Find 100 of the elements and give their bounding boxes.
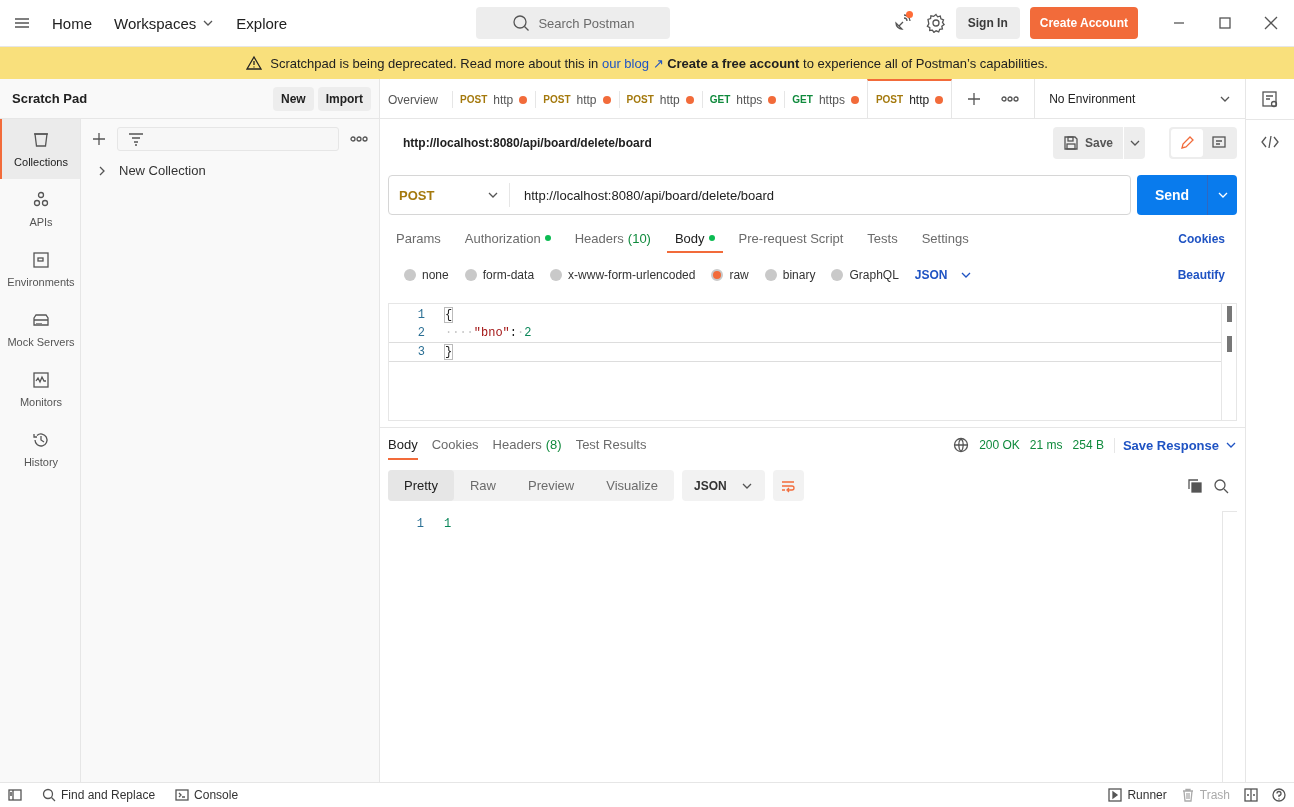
body-type-option[interactable]: none — [404, 268, 449, 282]
nav-link[interactable]: Home — [52, 14, 92, 32]
response-tab[interactable]: Test Results — [575, 430, 647, 460]
request-section-tab[interactable]: Settings — [913, 225, 977, 253]
line-number: 2 — [416, 326, 426, 340]
view-tab[interactable]: Pretty — [388, 470, 454, 501]
settings-icon[interactable] — [925, 13, 946, 33]
url-field[interactable]: http://localhost:8080/api/board/delete/board — [524, 187, 775, 203]
scrollbar-thumb[interactable] — [1226, 336, 1232, 352]
new-tab-icon[interactable] — [966, 90, 983, 107]
body-type-option[interactable]: binary — [764, 268, 816, 282]
sidebar-button[interactable]: New — [272, 86, 314, 111]
response-tab[interactable]: Headers (8) — [492, 430, 562, 460]
warning-icon — [246, 55, 263, 71]
body-type-option[interactable]: form-data — [464, 268, 535, 282]
view-tab[interactable]: Preview — [512, 470, 591, 501]
more-icon[interactable] — [1000, 94, 1021, 103]
workspace-title: Scratch Pad — [12, 91, 88, 106]
globe-icon — [953, 437, 970, 453]
beautify-link[interactable]: Beautify — [1177, 268, 1237, 282]
collection-item[interactable]: New Collection — [91, 163, 369, 178]
method-dropdown[interactable]: POST — [389, 183, 510, 207]
environment-selector[interactable]: No Environment — [1034, 79, 1245, 118]
save-menu-button[interactable] — [1123, 127, 1145, 159]
request-section-tab[interactable]: Headers (10) — [566, 225, 659, 253]
option-label: none — [422, 268, 449, 282]
request-section-tab[interactable]: Tests — [859, 225, 906, 253]
edit-mode-button[interactable] — [1171, 129, 1203, 157]
request-section-tab[interactable]: Body — [666, 225, 723, 253]
nav-link[interactable]: Explore — [236, 14, 288, 32]
tab-label: http — [576, 92, 597, 107]
radio-button[interactable] — [764, 269, 777, 281]
save-response-button[interactable]: Save Response — [1113, 437, 1237, 453]
two-pane-icon[interactable] — [1244, 788, 1258, 802]
search-icon — [42, 788, 56, 802]
history-icon — [31, 430, 51, 450]
blog-link[interactable]: our blog ↗ — [601, 55, 664, 71]
search-field[interactable]: Search Postman — [476, 7, 671, 39]
request-tab[interactable]: POST http — [618, 79, 702, 118]
nav-link[interactable]: Workspaces — [114, 14, 215, 32]
request-tab[interactable]: GET https — [784, 79, 867, 118]
sidebar-nav-item[interactable]: Monitors — [0, 359, 80, 419]
radio-button[interactable] — [404, 269, 416, 281]
request-section-tab[interactable]: Pre-request Script — [730, 225, 852, 253]
sidebar-nav-item[interactable]: Environments — [0, 239, 80, 299]
search-icon[interactable] — [1213, 477, 1229, 494]
format-dropdown[interactable]: JSON — [914, 268, 972, 282]
tab-label: Overview — [388, 92, 438, 107]
wrap-lines-button[interactable] — [772, 470, 804, 501]
menu-icon[interactable] — [14, 16, 30, 30]
view-tab[interactable]: Raw — [453, 470, 512, 501]
sidebar-nav-item[interactable]: Mock Servers — [0, 299, 80, 359]
save-button[interactable]: Save — [1052, 127, 1123, 159]
comment-icon — [1211, 135, 1227, 151]
request-section-tab[interactable]: Authorization — [456, 225, 559, 253]
request-section-tab[interactable]: Params — [388, 225, 449, 253]
status-bar-button[interactable]: Console — [175, 788, 239, 802]
code-icon[interactable] — [1261, 134, 1279, 150]
scrollbar-thumb[interactable] — [1226, 306, 1232, 322]
response-tab[interactable]: Body — [388, 430, 418, 460]
body-type-option[interactable]: raw — [711, 268, 749, 282]
radio-button[interactable] — [550, 269, 563, 281]
nav-label: Mock Servers — [7, 336, 75, 348]
sidebar-nav-item[interactable]: History — [0, 419, 80, 479]
status-code: 200 OK — [979, 438, 1020, 452]
environments-icon — [31, 250, 51, 270]
format-dropdown[interactable]: JSON — [682, 470, 765, 501]
plus-icon[interactable] — [91, 131, 107, 147]
more-icon[interactable] — [349, 135, 369, 143]
body-type-option[interactable]: GraphQL — [831, 268, 899, 282]
http-method: POST — [460, 94, 488, 105]
radio-button[interactable] — [831, 269, 844, 281]
view-tab[interactable]: Visualize — [590, 470, 675, 501]
sign-in-button[interactable]: Sign In — [955, 7, 1020, 39]
tab-label: https — [818, 92, 845, 107]
code-line: } — [445, 345, 453, 359]
radio-button[interactable] — [464, 269, 477, 281]
status-bar-button[interactable]: Find and Replace — [42, 788, 156, 802]
http-method: POST — [875, 94, 904, 105]
environment-quick-look-icon[interactable] — [1261, 90, 1279, 108]
help-icon[interactable] — [1272, 788, 1286, 802]
response-tab[interactable]: Cookies — [431, 430, 479, 460]
filter-field[interactable] — [117, 127, 339, 151]
request-tab[interactable]: POST http — [866, 79, 953, 118]
code-editor[interactable]: 1 { 2 ····"bno":·2 3 } — [388, 303, 1237, 421]
request-tab[interactable]: GET https — [701, 79, 785, 118]
request-tab[interactable]: POST http — [452, 79, 536, 118]
radio-button[interactable] — [711, 269, 724, 281]
sidebar-nav-item[interactable]: APIs — [0, 179, 80, 239]
cookies-link[interactable]: Cookies — [1178, 232, 1237, 246]
request-tab[interactable]: Overview — [380, 79, 452, 118]
pencil-icon — [1179, 135, 1195, 151]
sidebar-toggle-icon[interactable] — [8, 789, 22, 801]
sidebar-nav-item[interactable]: Collections — [0, 119, 80, 179]
scrollbar-track[interactable] — [1222, 511, 1237, 782]
status-bar-button[interactable]: Runner — [1108, 788, 1167, 802]
trash-icon — [1180, 788, 1195, 802]
copy-icon[interactable] — [1187, 477, 1203, 494]
request-tab[interactable]: POST http — [535, 79, 619, 118]
sidebar-button[interactable]: Import — [317, 86, 371, 111]
